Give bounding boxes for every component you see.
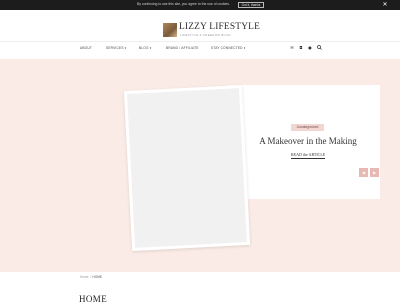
- breadcrumb: Home / HOME: [80, 275, 102, 279]
- header-divider: [0, 41, 400, 42]
- cookie-notice-bar: By continuing to use this site, you agre…: [0, 0, 400, 10]
- site-tagline: LIFESTYLE & FREEDOM BLOG: [180, 33, 231, 37]
- cookie-message: By continuing to use this site, you agre…: [137, 2, 230, 6]
- read-article-link[interactable]: READ the ARTICLE: [291, 152, 325, 159]
- arrow-left-icon[interactable]: ◀: [359, 168, 368, 177]
- arrow-right-icon[interactable]: ▶: [370, 168, 379, 177]
- nav-about[interactable]: ABOUT: [80, 46, 92, 50]
- nav-brand-affiliate[interactable]: BRAND / AFFILIATE: [166, 46, 199, 50]
- nav-stay-connected[interactable]: STAY CONNECTED ▾: [211, 46, 246, 50]
- breadcrumb-home-link[interactable]: Home: [80, 275, 89, 279]
- nav-services[interactable]: SERVICES ▾: [106, 46, 127, 50]
- search-icon[interactable]: [316, 45, 322, 51]
- category-badge[interactable]: Uncategorized: [291, 124, 324, 131]
- site-title[interactable]: LIZZY LIFESTYLE: [179, 22, 260, 32]
- close-icon[interactable]: ✕: [381, 0, 389, 10]
- breadcrumb-current: HOME: [92, 275, 102, 279]
- page-title: HOME: [79, 294, 108, 304]
- search-glyph: [316, 45, 322, 50]
- featured-post-title[interactable]: A Makeover in the Making: [236, 136, 380, 146]
- breadcrumb-separator: /: [90, 275, 91, 279]
- instagram-icon[interactable]: ◘: [298, 45, 304, 51]
- nav-blog[interactable]: BLOG ▾: [139, 46, 152, 50]
- email-icon[interactable]: ✉: [289, 45, 295, 51]
- featured-post-image[interactable]: [123, 85, 251, 251]
- cookie-accept-button[interactable]: Got it, thanks: [238, 2, 264, 8]
- pinterest-icon[interactable]: ●: [307, 45, 313, 51]
- logo-avatar[interactable]: [163, 23, 177, 37]
